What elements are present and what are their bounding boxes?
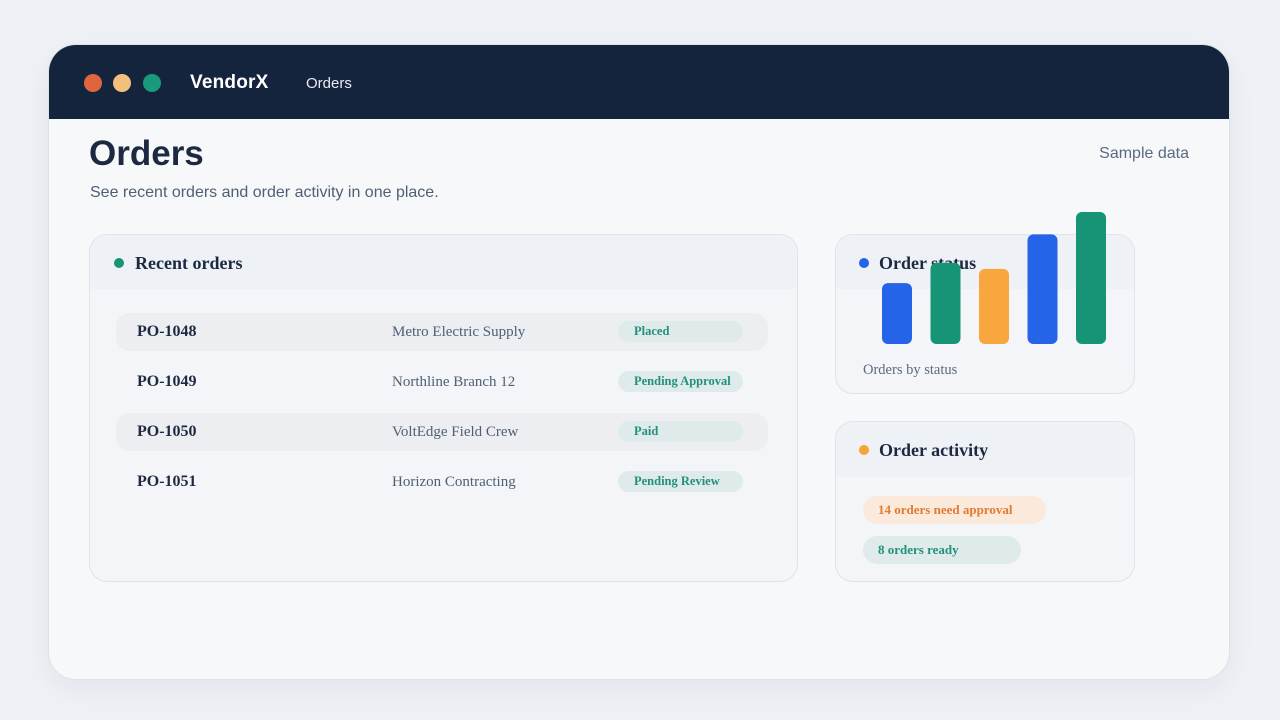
approval-needed-pill[interactable]: 14 orders need approval <box>863 496 1046 524</box>
chart-caption: Orders by status <box>863 362 958 378</box>
page-title: Orders <box>89 134 204 173</box>
recent-orders-card: Recent orders PO-1048 Metro Electric Sup… <box>89 234 798 582</box>
status-bar-3 <box>979 268 1009 344</box>
recent-orders-dot-icon <box>114 258 124 268</box>
order-id: PO-1049 <box>137 373 197 390</box>
status-bar-2 <box>930 262 961 344</box>
order-row[interactable]: PO-1051 Horizon Contracting Pending Revi… <box>116 463 768 501</box>
window-close-dot[interactable] <box>84 74 102 92</box>
order-status-badge: Placed <box>618 321 743 342</box>
page-subtitle: See recent orders and order activity in … <box>90 184 439 201</box>
order-status-badge: Pending Review <box>618 471 743 492</box>
order-row[interactable]: PO-1049 Northline Branch 12 Pending Appr… <box>116 363 768 401</box>
orders-ready-pill[interactable]: 8 orders ready <box>863 536 1021 564</box>
order-customer: Horizon Contracting <box>392 474 516 490</box>
order-row[interactable]: PO-1050 VoltEdge Field Crew Paid <box>116 413 768 451</box>
order-customer: Northline Branch 12 <box>392 374 516 390</box>
order-customer: VoltEdge Field Crew <box>392 424 519 440</box>
order-activity-header: Order activity <box>836 422 1134 477</box>
order-row[interactable]: PO-1048 Metro Electric Supply Placed <box>116 313 768 351</box>
sample-data-label: Sample data <box>1099 145 1189 162</box>
title-bar: VendorX Orders <box>49 45 1229 119</box>
order-activity-dot-icon <box>859 445 869 455</box>
order-status-card: Order status Orders by status <box>835 212 1135 394</box>
status-bar-5 <box>1076 212 1106 344</box>
order-status-bar-chart <box>882 212 1106 344</box>
status-bar-1 <box>882 283 912 344</box>
nav-orders-link[interactable]: Orders <box>306 75 352 92</box>
order-status-badge: Pending Approval <box>618 371 743 392</box>
order-status-badge: Paid <box>618 421 743 442</box>
order-activity-card: Order activity 14 orders need approval 8… <box>835 421 1135 582</box>
recent-orders-header: Recent orders <box>90 235 797 289</box>
recent-orders-title: Recent orders <box>135 253 243 273</box>
app-window: VendorX Orders Orders See recent orders … <box>48 44 1230 680</box>
window-minimize-dot[interactable] <box>113 74 131 92</box>
order-id: PO-1050 <box>137 423 197 440</box>
window-maximize-dot[interactable] <box>143 74 161 92</box>
status-bar-4 <box>1027 234 1058 344</box>
order-customer: Metro Electric Supply <box>392 324 526 340</box>
order-id: PO-1051 <box>137 473 197 490</box>
brand-logo: VendorX <box>190 72 269 93</box>
order-activity-title: Order activity <box>879 440 989 460</box>
order-id: PO-1048 <box>137 323 197 340</box>
